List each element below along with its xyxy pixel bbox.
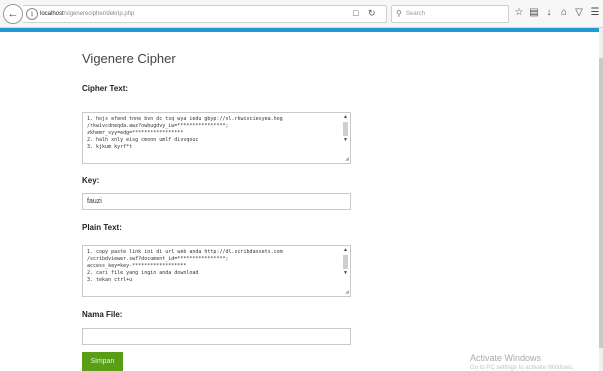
url-text: localhost/vigenerecipher/dekrip.php (40, 8, 134, 20)
star-icon[interactable]: ☆ (513, 5, 525, 21)
scroll-up-icon[interactable]: ▲ (342, 114, 349, 121)
pocket-icon[interactable]: ▽ (573, 5, 585, 21)
scroll-down-icon[interactable]: ▼ (342, 137, 349, 144)
info-icon[interactable]: i (26, 8, 38, 20)
plain-scroll-thumb[interactable] (343, 255, 348, 269)
page-scrollbar-thumb[interactable] (599, 58, 603, 348)
cipher-scroll-thumb[interactable] (343, 122, 348, 136)
plain-text-scrollbar[interactable]: ▲ ▼ (342, 247, 349, 292)
url-host: localhost (40, 11, 64, 17)
address-bar[interactable]: i localhost/vigenerecipher/dekrip.php □ … (23, 5, 387, 23)
search-placeholder: Search (406, 11, 426, 17)
save-button[interactable]: Simpan (82, 352, 123, 371)
resize-grip-icon[interactable]: ◢ (345, 290, 349, 295)
cipher-text-content: 1. hojs efend tnne bvn dc tsq wya iedu g… (87, 116, 283, 150)
home-icon[interactable]: ⌂ (558, 5, 570, 21)
search-icon: ⚲ (396, 9, 402, 18)
scroll-up-icon[interactable]: ▲ (342, 247, 349, 254)
activate-windows-title: Activate Windows (470, 353, 542, 363)
reload-icon[interactable]: ↻ (368, 7, 376, 19)
activate-windows-subtitle: Go to PC settings to activate Windows. (470, 365, 574, 371)
url-path: /vigenerecipher/dekrip.php (63, 11, 135, 17)
page-title: Vigenere Cipher (82, 51, 176, 66)
download-icon[interactable]: ↓ (543, 5, 555, 21)
cipher-text-label: Cipher Text: (82, 84, 129, 93)
scroll-down-icon[interactable]: ▼ (342, 270, 349, 277)
browser-toolbar: ← i localhost/vigenerecipher/dekrip.php … (0, 0, 603, 28)
hamburger-menu-icon[interactable]: ☰ (589, 5, 601, 21)
cipher-text-scrollbar[interactable]: ▲ ▼ (342, 114, 349, 159)
cipher-text-area[interactable]: 1. hojs efend tnne bvn dc tsq wya iedu g… (82, 112, 351, 164)
reader-view-icon[interactable]: □ (353, 7, 358, 19)
header-accent-bar (0, 28, 599, 32)
plain-text-area[interactable]: 1. copy paste link ini di url web anda h… (82, 245, 351, 297)
plain-text-label: Plain Text: (82, 223, 122, 232)
back-arrow-icon[interactable]: ← (3, 4, 23, 24)
clipboard-icon[interactable]: ▤ (528, 5, 540, 21)
plain-text-content: 1. copy paste link ini di url web anda h… (87, 249, 283, 283)
resize-grip-icon[interactable]: ◢ (345, 157, 349, 162)
key-label: Key: (82, 176, 100, 185)
key-input[interactable]: fauzi (82, 193, 351, 210)
filename-label: Nama File: (82, 310, 123, 319)
search-box[interactable]: ⚲ Search (391, 5, 509, 23)
filename-input[interactable] (82, 328, 351, 345)
